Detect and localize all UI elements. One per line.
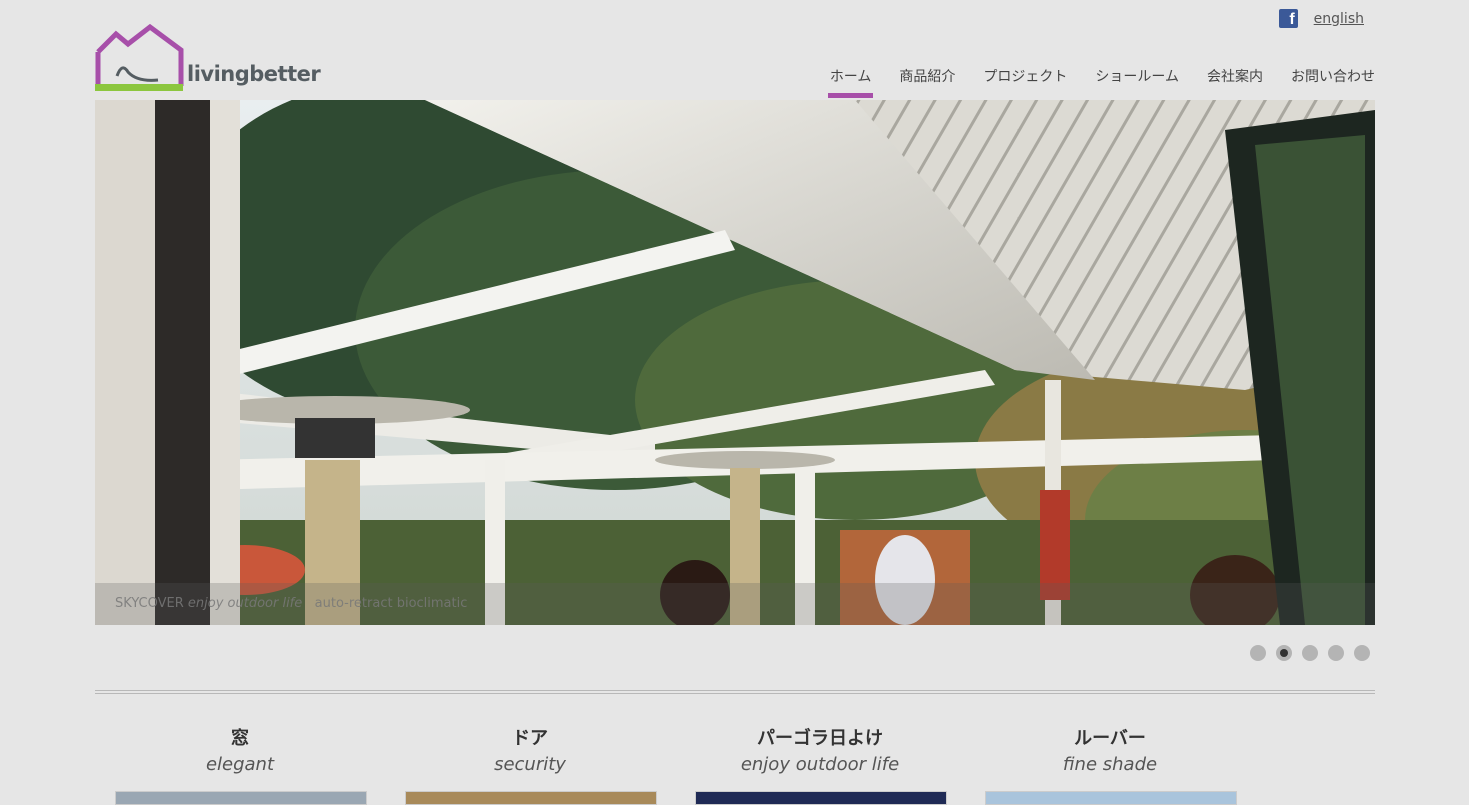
main-nav: ホーム 商品紹介 プロジェクト ショールーム 会社案内 お問い合わせ	[827, 66, 1375, 98]
nav-showroom[interactable]: ショールーム	[1095, 66, 1179, 98]
slide-dot-3[interactable]	[1302, 645, 1318, 661]
site-logo[interactable]: livingbetter	[95, 23, 325, 94]
caption-brand: SKYCOVER	[115, 596, 184, 611]
category-windows[interactable]: 窓 elegant	[115, 724, 367, 805]
hero-slider[interactable]: SKYCOVER enjoy outdoor life auto-retract…	[95, 100, 1375, 625]
nav-contact[interactable]: お問い合わせ	[1291, 66, 1375, 98]
language-switch-link[interactable]: english	[1314, 11, 1364, 27]
slider-pagination	[1250, 645, 1370, 661]
logo-wordmark: livingbetter	[187, 62, 321, 86]
nav-home[interactable]: ホーム	[827, 66, 873, 98]
category-title: ルーバー	[1074, 728, 1146, 749]
slide-dot-5[interactable]	[1354, 645, 1370, 661]
top-utility-bar: f english	[1278, 9, 1364, 28]
category-title: パーゴラ日よけ	[757, 728, 883, 749]
category-thumbnail[interactable]	[695, 791, 947, 805]
page: f english livingbetter ホーム 商品紹介 プロジェクト シ…	[95, 0, 1375, 805]
slide-caption: SKYCOVER enjoy outdoor life auto-retract…	[95, 583, 1375, 625]
slide-dot-4[interactable]	[1328, 645, 1344, 661]
house-logo-icon	[95, 23, 184, 91]
slide-dot-2[interactable]	[1276, 645, 1292, 661]
slide-dot-1[interactable]	[1250, 645, 1266, 661]
category-subtitle: enjoy outdoor life	[740, 754, 900, 775]
hero-photo-pergola	[95, 100, 1375, 625]
category-subtitle: elegant	[205, 754, 275, 775]
product-categories: 窓 elegant ドア security パーゴラ日よけ enjoy outd…	[115, 724, 1237, 805]
category-subtitle: security	[494, 754, 566, 775]
caption-extra: auto-retract bioclimatic	[314, 596, 468, 611]
category-louver[interactable]: ルーバー fine shade	[985, 724, 1237, 805]
category-title: ドア	[512, 728, 548, 749]
category-thumbnail[interactable]	[405, 791, 657, 805]
caption-tagline: enjoy outdoor life	[187, 596, 303, 611]
nav-company[interactable]: 会社案内	[1207, 66, 1263, 98]
category-thumbnail[interactable]	[115, 791, 367, 805]
section-divider	[95, 690, 1375, 694]
category-thumbnail[interactable]	[985, 791, 1237, 805]
category-title: 窓	[231, 728, 249, 749]
category-subtitle: fine shade	[1062, 754, 1158, 775]
facebook-icon[interactable]: f	[1278, 9, 1298, 28]
category-doors[interactable]: ドア security	[405, 724, 657, 805]
nav-projects[interactable]: プロジェクト	[983, 66, 1067, 98]
nav-products[interactable]: 商品紹介	[899, 66, 955, 98]
category-pergola[interactable]: パーゴラ日よけ enjoy outdoor life	[695, 724, 947, 805]
